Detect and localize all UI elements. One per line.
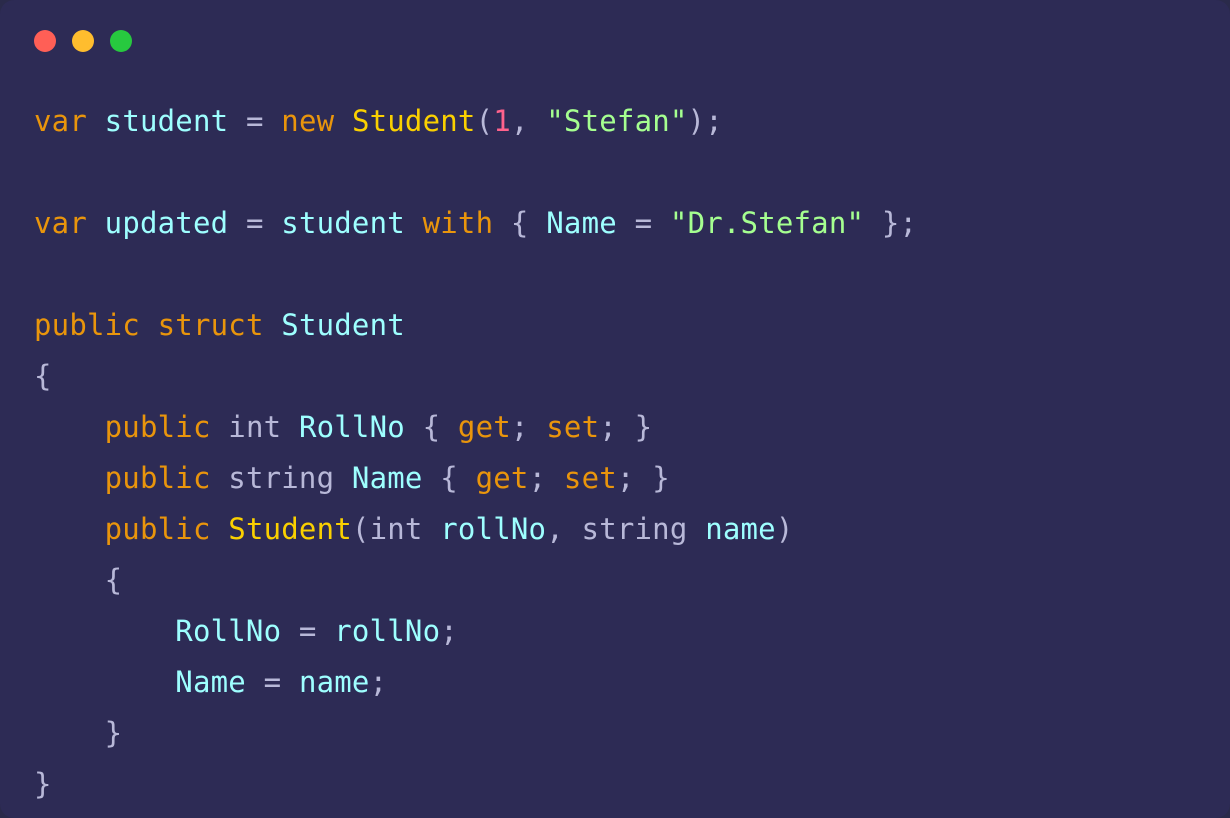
ident-student: student: [281, 206, 405, 240]
comma: ,: [511, 104, 529, 138]
semi: ;: [599, 410, 617, 444]
ident-name: Name: [175, 665, 246, 699]
keyword-public: public: [105, 410, 211, 444]
paren-open: (: [476, 104, 494, 138]
comma: ,: [546, 512, 564, 546]
ident-name-param: name: [299, 665, 370, 699]
keyword-var: var: [34, 104, 87, 138]
keyword-public: public: [34, 308, 140, 342]
typename-student: Student: [281, 308, 405, 342]
semi: ;: [511, 410, 529, 444]
brace-close: }: [635, 410, 653, 444]
code-editor-window: var student = new Student(1, "Stefan"); …: [0, 0, 1230, 818]
ident-name: Name: [546, 206, 617, 240]
code-content: var student = new Student(1, "Stefan"); …: [0, 52, 1230, 818]
type-int: int: [228, 410, 281, 444]
op-eq: =: [246, 104, 264, 138]
type-string: string: [582, 512, 688, 546]
keyword-set: set: [546, 410, 599, 444]
semi: ;: [900, 206, 918, 240]
ctor-student: Student: [228, 512, 352, 546]
maximize-button[interactable]: [110, 30, 132, 52]
keyword-new: new: [281, 104, 334, 138]
brace-close: }: [34, 767, 52, 801]
keyword-with: with: [423, 206, 494, 240]
paren-open: (: [352, 512, 370, 546]
brace-close: }: [652, 461, 670, 495]
semi: ;: [370, 665, 388, 699]
window-titlebar: [0, 0, 1230, 52]
string-stefan: "Stefan": [546, 104, 687, 138]
call-student: Student: [352, 104, 476, 138]
ident-student: student: [105, 104, 229, 138]
type-int: int: [370, 512, 423, 546]
ident-rollno-param: rollNo: [334, 614, 440, 648]
op-eq: =: [246, 206, 264, 240]
keyword-public: public: [105, 512, 211, 546]
brace-close: }: [105, 716, 123, 750]
brace-open: {: [440, 461, 458, 495]
op-eq: =: [299, 614, 317, 648]
op-eq: =: [264, 665, 282, 699]
paren-close: ): [776, 512, 794, 546]
type-string: string: [228, 461, 334, 495]
param-rollno: rollNo: [440, 512, 546, 546]
ident-name: Name: [352, 461, 423, 495]
brace-open: {: [423, 410, 441, 444]
semi: ;: [705, 104, 723, 138]
paren-close: ): [688, 104, 706, 138]
num-1: 1: [493, 104, 511, 138]
ident-rollno: RollNo: [175, 614, 281, 648]
keyword-get: get: [458, 410, 511, 444]
brace-close: }: [882, 206, 900, 240]
minimize-button[interactable]: [72, 30, 94, 52]
semi: ;: [617, 461, 635, 495]
keyword-public: public: [105, 461, 211, 495]
semi: ;: [440, 614, 458, 648]
ident-updated: updated: [105, 206, 229, 240]
param-name: name: [705, 512, 776, 546]
brace-open: {: [34, 359, 52, 393]
ident-rollno: RollNo: [299, 410, 405, 444]
brace-open: {: [105, 563, 123, 597]
keyword-struct: struct: [158, 308, 264, 342]
keyword-var: var: [34, 206, 87, 240]
semi: ;: [529, 461, 547, 495]
keyword-set: set: [564, 461, 617, 495]
op-eq: =: [635, 206, 653, 240]
string-drstefan: "Dr.Stefan": [670, 206, 864, 240]
brace-open: {: [511, 206, 529, 240]
close-button[interactable]: [34, 30, 56, 52]
keyword-get: get: [476, 461, 529, 495]
